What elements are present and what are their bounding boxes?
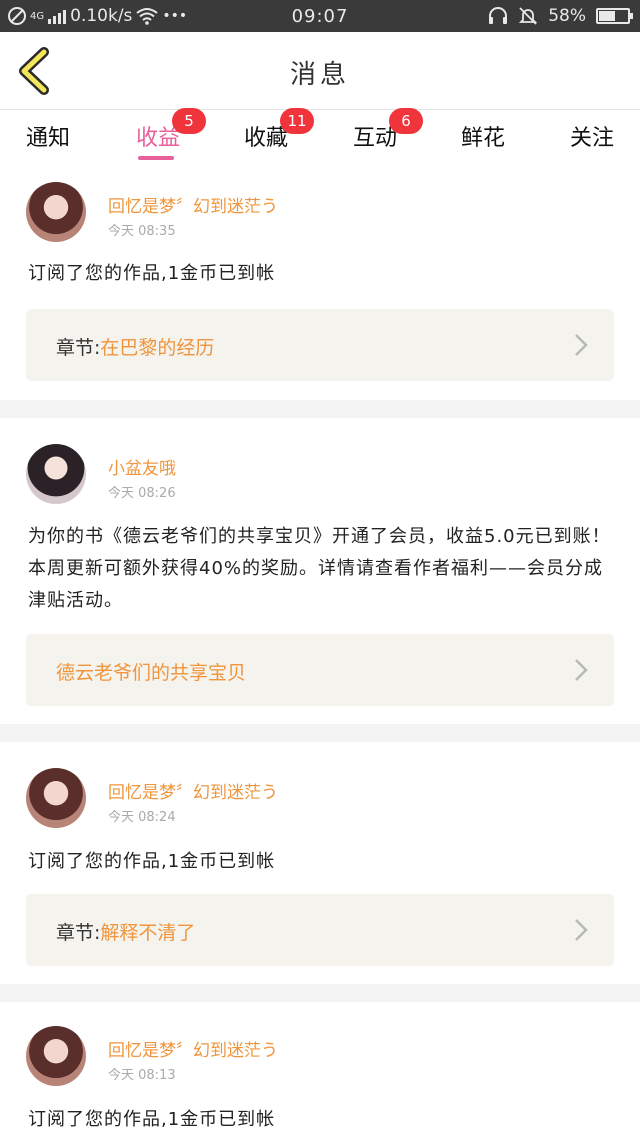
sender-name[interactable]: 回忆是梦〞幻到迷茫う: [108, 778, 278, 803]
message-text: 订阅了您的作品,1金币已到帐: [28, 1109, 276, 1130]
chapter-link-content: 章节:解释不清了: [56, 918, 195, 945]
book-link-content: 德云老爷们的共享宝贝: [56, 658, 246, 685]
tab-earnings[interactable]: 收益 5: [118, 108, 206, 160]
tab-label: 关注: [569, 126, 614, 151]
message-text: 订阅了您的作品,1金币已到帐: [28, 851, 276, 872]
page-title: 消息: [289, 60, 350, 90]
tab-label: 收藏: [243, 126, 288, 151]
book-link[interactable]: 德云老爷们的共享宝贝: [26, 634, 614, 706]
tab-favorites[interactable]: 收藏 11: [226, 108, 314, 152]
message-card: 回忆是梦〞幻到迷茫う 今天 08:35 订阅了您的作品,1金币已到帐 章节:在巴…: [0, 170, 640, 400]
tab-interaction[interactable]: 互动 6: [335, 108, 423, 152]
favorites-badge: 11: [280, 108, 314, 134]
tab-notice[interactable]: 通知: [8, 120, 88, 152]
app-header: 消息: [0, 32, 640, 110]
chapter-label: 章节:: [56, 337, 101, 359]
message-text: 为你的书《德云老爷们的共享宝贝》开通了会员，收益5.0元已到账！本周更新可额外获…: [28, 526, 611, 611]
chevron-right-icon: [575, 659, 588, 681]
active-tab-indicator: [138, 156, 174, 160]
message-card: 回忆是梦〞幻到迷茫う 今天 08:24 订阅了您的作品,1金币已到帐 章节:解释…: [0, 742, 640, 984]
chapter-title: 解释不清了: [100, 922, 196, 944]
message-time: 今天 08:13: [108, 1068, 176, 1083]
chapter-link[interactable]: 章节:解释不清了: [26, 894, 614, 966]
tab-label: 互动: [352, 126, 397, 151]
battery-percent: 58%: [548, 6, 586, 26]
chevron-right-icon: [575, 919, 588, 941]
chapter-link-content: 章节:在巴黎的经历: [56, 333, 214, 360]
tab-label: 收益: [135, 126, 180, 151]
message-text: 订阅了您的作品,1金币已到帐: [28, 263, 276, 284]
book-title: 德云老爷们的共享宝贝: [56, 662, 247, 684]
avatar[interactable]: [26, 444, 86, 504]
tab-bar: 通知 收益 5 收藏 11 互动 6 鲜花 关注: [0, 108, 640, 170]
tab-label: 鲜花: [460, 126, 505, 151]
message-time: 今天 08:24: [108, 810, 176, 825]
tab-flowers[interactable]: 鲜花: [443, 120, 523, 152]
status-bar: 4G 0.10k/s ••• 09:07 58%: [0, 0, 640, 32]
headset-icon: [489, 7, 508, 24]
battery-fill: [599, 11, 616, 21]
tab-follow[interactable]: 关注: [552, 120, 632, 152]
avatar[interactable]: [26, 1026, 86, 1086]
message-time: 今天 08:35: [108, 224, 176, 239]
sender-name[interactable]: 回忆是梦〞幻到迷茫う: [108, 1036, 278, 1061]
earnings-badge: 5: [172, 108, 206, 134]
message-card: 小盆友哦 今天 08:26 为你的书《德云老爷们的共享宝贝》开通了会员，收益5.…: [0, 418, 640, 724]
tab-label: 通知: [25, 126, 70, 151]
sender-name[interactable]: 小盆友哦: [108, 454, 176, 479]
message-card: 回忆是梦〞幻到迷茫う 今天 08:13 订阅了您的作品,1金币已到帐: [0, 1002, 640, 1138]
sender-name[interactable]: 回忆是梦〞幻到迷茫う: [108, 192, 278, 217]
status-right: 58%: [488, 0, 633, 32]
interaction-badge: 6: [389, 108, 423, 134]
chapter-title: 在巴黎的经历: [100, 337, 215, 359]
chevron-right-icon: [575, 334, 588, 356]
avatar[interactable]: [26, 182, 86, 242]
avatar[interactable]: [26, 768, 86, 828]
mute-bell-icon: [519, 7, 538, 25]
message-time: 今天 08:26: [108, 486, 176, 501]
chapter-label: 章节:: [56, 922, 101, 944]
battery-icon: [596, 8, 633, 24]
chapter-link[interactable]: 章节:在巴黎的经历: [26, 309, 614, 381]
